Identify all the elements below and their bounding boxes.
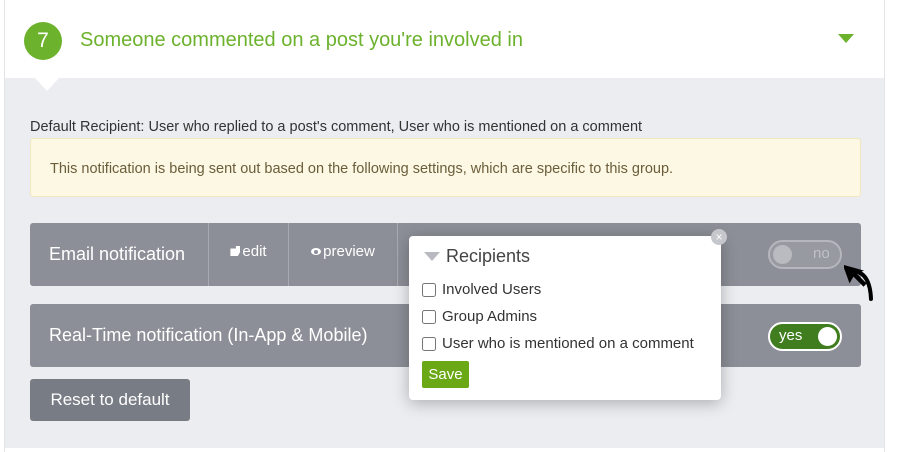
realtime-toggle-label: yes	[779, 327, 803, 344]
notification-title[interactable]: Someone commented on a post you're invol…	[80, 29, 523, 52]
eye-icon	[311, 248, 322, 255]
notification-header[interactable]: 7 Someone commented on a post you're inv…	[5, 0, 884, 78]
close-icon[interactable]: ×	[711, 229, 727, 245]
reset-to-default-button[interactable]: Reset to default	[30, 379, 190, 421]
recipients-title: Recipients	[446, 246, 531, 266]
email-toggle-label: no	[813, 245, 830, 262]
notice-text: This notification is being sent out base…	[50, 161, 674, 177]
save-button[interactable]: Save	[422, 361, 469, 388]
pencil-icon	[230, 246, 241, 256]
chevron-down-icon	[424, 252, 440, 261]
header-pointer	[35, 78, 59, 91]
step-badge: 7	[24, 22, 62, 60]
group-admins-checkbox[interactable]	[422, 310, 436, 324]
option-label: User who is mentioned on a comment	[442, 335, 694, 352]
cursor-icon	[844, 264, 873, 301]
toggle-knob	[773, 245, 792, 264]
involved-users-checkbox[interactable]	[422, 283, 436, 297]
email-notification-label: Email notification	[49, 244, 186, 264]
email-notification-toggle[interactable]: no	[768, 240, 842, 269]
preview-email-button[interactable]: preview	[288, 223, 397, 286]
realtime-notification-label: Real-Time notification (In-App & Mobile)	[49, 325, 368, 345]
mentioned-user-checkbox[interactable]	[422, 337, 436, 351]
edit-label: edit	[242, 243, 267, 260]
realtime-notification-toggle[interactable]: yes	[768, 322, 842, 351]
group-settings-notice: This notification is being sent out base…	[30, 138, 861, 197]
default-recipient-text: Default Recipient: User who replied to a…	[30, 119, 643, 135]
toggle-knob	[818, 327, 837, 346]
caret-down-icon[interactable]	[838, 34, 854, 43]
preview-label: preview	[323, 243, 375, 260]
edit-email-button[interactable]: edit	[208, 223, 288, 286]
option-label: Group Admins	[442, 308, 538, 325]
recipients-popup: × Recipients Involved Users Group Admins…	[409, 229, 727, 400]
option-label: Involved Users	[442, 281, 542, 298]
